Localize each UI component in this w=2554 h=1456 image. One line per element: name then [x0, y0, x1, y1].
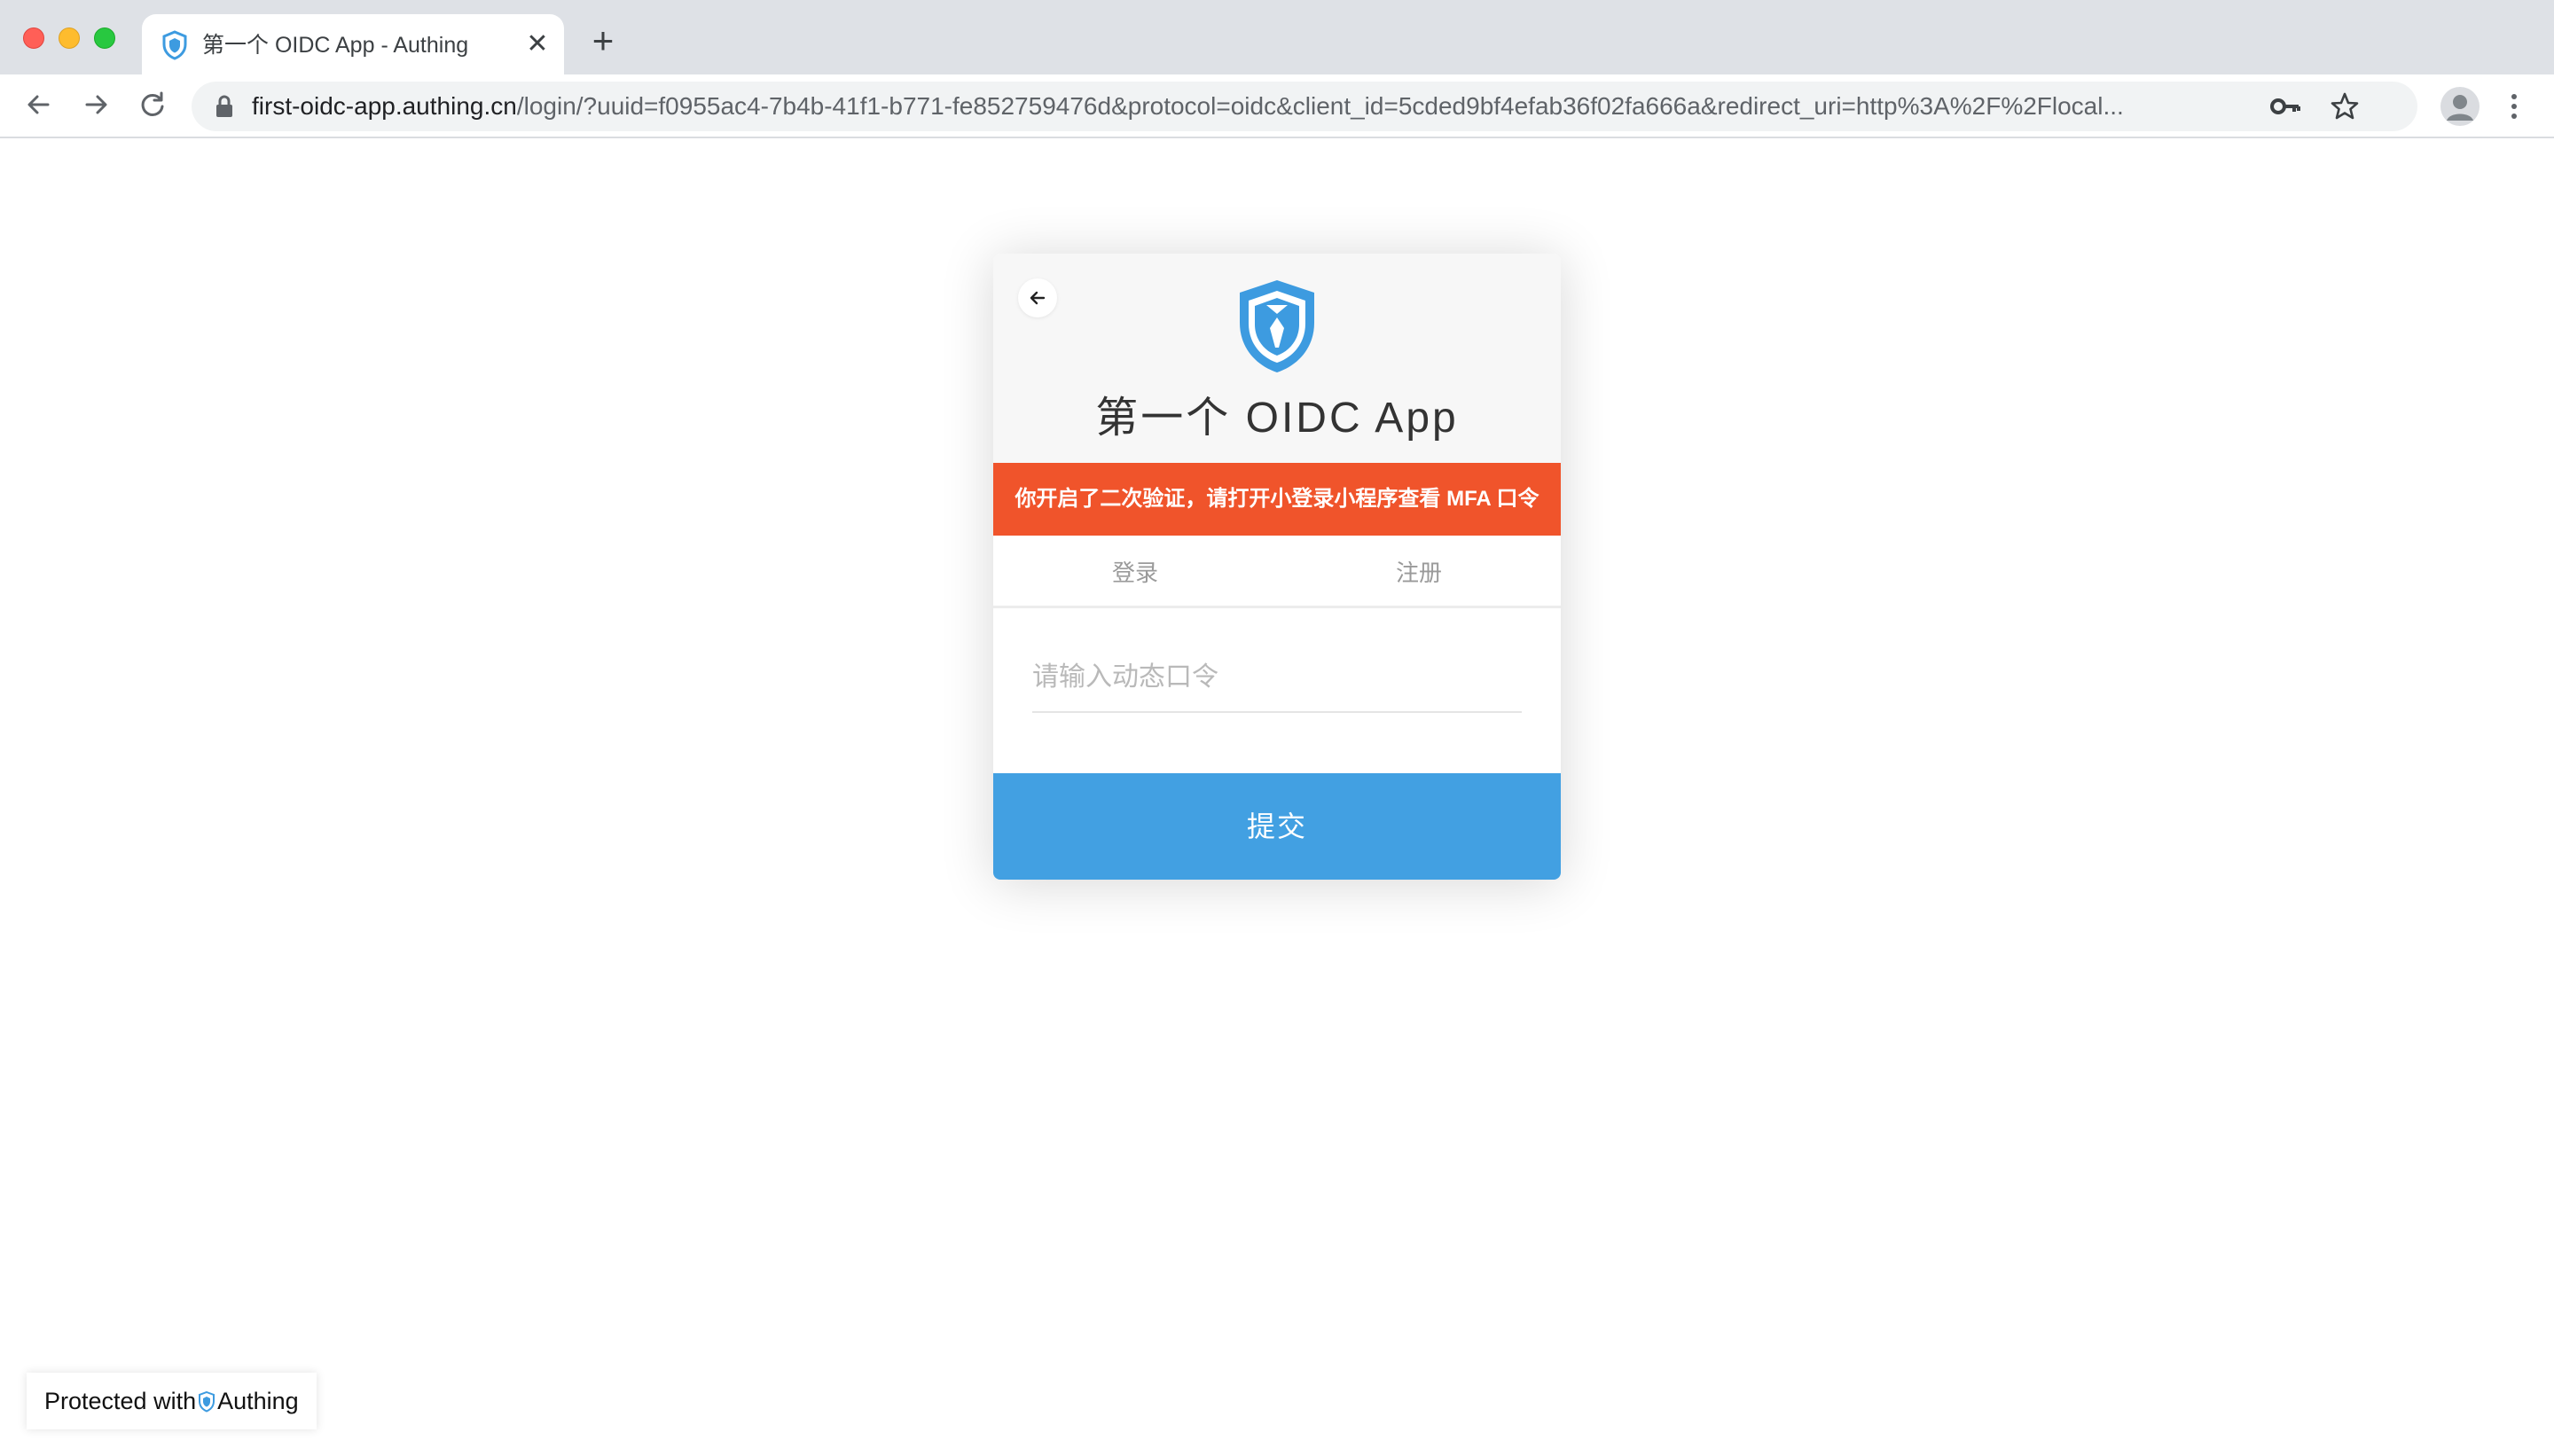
tab-register[interactable]: 注册 [1277, 536, 1561, 608]
authing-favicon-icon [162, 30, 187, 60]
back-button[interactable] [1018, 278, 1057, 317]
profile-avatar-icon[interactable] [2440, 87, 2480, 126]
password-key-icon[interactable] [2268, 92, 2304, 121]
browser-toolbar: first-oidc-app.authing.cn/login/?uuid=f0… [0, 74, 2554, 138]
protected-prefix: Protected with [44, 1388, 197, 1414]
minimize-window-button[interactable] [59, 27, 80, 49]
auth-tabs: 登录 注册 [993, 536, 1561, 608]
forward-arrow-icon[interactable] [76, 85, 115, 124]
zoom-window-button[interactable] [94, 27, 115, 49]
url-path: /login/?uuid=f0955ac4-7b4b-41f1-b771-fe8… [516, 92, 2124, 120]
tab-close-icon[interactable]: ✕ [521, 28, 553, 60]
url-text[interactable]: first-oidc-app.authing.cn/login/?uuid=f0… [252, 90, 2487, 122]
authing-brand-text: Authing [217, 1388, 299, 1414]
url-host: first-oidc-app.authing.cn [252, 92, 517, 120]
authing-shield-small-icon [199, 1391, 215, 1413]
browser-menu-icon[interactable] [2501, 87, 2527, 126]
back-arrow-icon[interactable] [20, 85, 59, 124]
protected-with-authing-badge[interactable]: Protected with Authing [27, 1373, 317, 1429]
tab-title: 第一个 OIDC App - Authing [202, 33, 469, 58]
card-header: 第一个 OIDC App [993, 254, 1561, 463]
bookmark-star-icon[interactable] [2329, 90, 2361, 122]
tab-login[interactable]: 登录 [993, 536, 1277, 608]
address-bar[interactable]: first-oidc-app.authing.cn/login/?uuid=f0… [192, 82, 2417, 131]
reload-icon[interactable] [133, 85, 172, 124]
otp-field-wrapper [1032, 644, 1522, 713]
otp-input[interactable] [1032, 644, 1522, 711]
submit-button[interactable]: 提交 [993, 773, 1561, 880]
new-tab-button[interactable]: + [584, 22, 623, 62]
lock-icon [216, 95, 232, 117]
back-arrow-icon [1030, 291, 1046, 305]
browser-tab-bar: 第一个 OIDC App - Authing ✕ + [0, 0, 2554, 74]
app-title: 第一个 OIDC App [1095, 395, 1459, 442]
close-window-button[interactable] [23, 27, 44, 49]
mfa-alert-banner: 你开启了二次验证，请打开小登录小程序查看 MFA 口令 [993, 463, 1561, 536]
browser-tab[interactable]: 第一个 OIDC App - Authing ✕ [142, 14, 564, 74]
authing-shield-logo-icon [1240, 280, 1314, 372]
login-card: 第一个 OIDC App 你开启了二次验证，请打开小登录小程序查看 MFA 口令… [993, 254, 1561, 880]
